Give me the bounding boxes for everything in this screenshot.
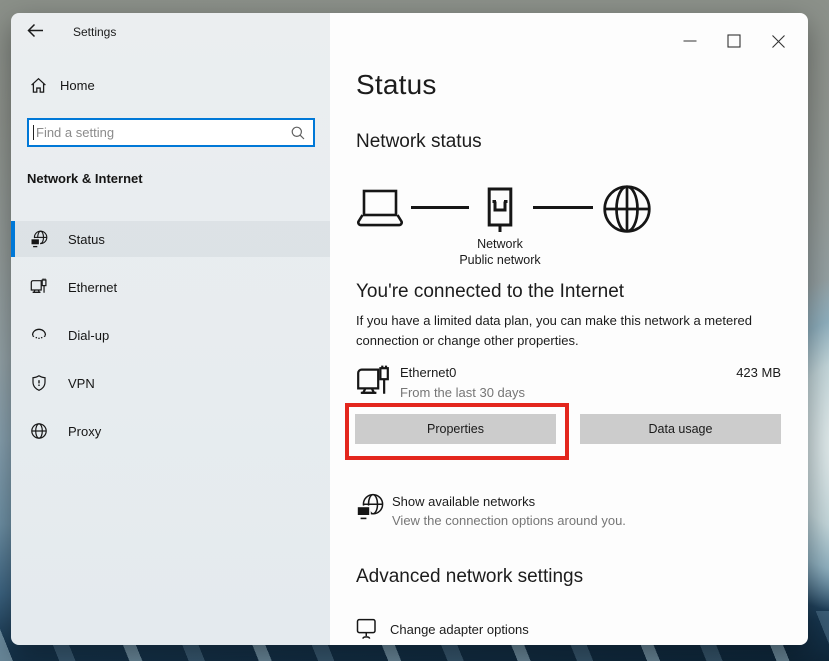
desktop-wallpaper: Settings Home Network & Internet (0, 0, 829, 661)
minimize-button[interactable] (668, 26, 712, 56)
proxy-icon (30, 422, 48, 440)
connected-heading: You're connected to the Internet (356, 281, 624, 303)
sidebar: Settings Home Network & Internet (11, 13, 330, 645)
connection-period: From the last 30 days (400, 385, 525, 400)
sidebar-item-dialup-label: Dial-up (68, 328, 109, 343)
sidebar-item-ethernet-label: Ethernet (68, 280, 117, 295)
sidebar-item-proxy[interactable]: Proxy (11, 413, 330, 449)
show-available-networks-item[interactable]: Show available networks View the connect… (356, 492, 686, 542)
sidebar-section-title: Network & Internet (27, 171, 143, 186)
ethernet-icon (30, 278, 48, 296)
sidebar-item-status-label: Status (68, 232, 105, 247)
back-arrow-icon (27, 23, 44, 38)
minimize-icon (683, 34, 697, 48)
search-box (27, 118, 315, 147)
dialup-icon (30, 326, 48, 344)
connection-line (533, 206, 593, 209)
close-button[interactable] (756, 26, 800, 56)
connection-name: Ethernet0 (400, 365, 456, 380)
change-adapter-options-item[interactable]: Change adapter options (356, 618, 529, 641)
show-networks-title: Show available networks (392, 494, 535, 509)
network-diagram: Network Public network (356, 184, 656, 284)
available-networks-icon (356, 493, 384, 527)
data-usage-button[interactable]: Data usage (580, 414, 781, 444)
ethernet-adapter-icon (356, 365, 392, 407)
properties-button[interactable]: Properties (355, 414, 556, 444)
sidebar-item-home[interactable]: Home (30, 77, 95, 94)
data-usage-value: 423 MB (736, 365, 781, 380)
internet-globe-icon (602, 184, 652, 239)
search-icon[interactable] (291, 126, 305, 140)
sidebar-item-vpn[interactable]: VPN (11, 365, 330, 401)
sidebar-item-status[interactable]: Status (11, 221, 330, 257)
network-node-label: Network (420, 237, 580, 253)
settings-window: Settings Home Network & Internet (11, 13, 808, 645)
change-adapter-label: Change adapter options (390, 622, 529, 637)
laptop-icon (356, 188, 404, 234)
back-button[interactable] (24, 19, 46, 41)
network-node-sublabel: Public network (420, 253, 580, 269)
search-input[interactable] (34, 125, 291, 140)
connection-line (411, 206, 469, 209)
close-icon (771, 34, 786, 49)
window-controls (668, 26, 800, 56)
advanced-settings-heading: Advanced network settings (356, 566, 583, 588)
maximize-icon (727, 34, 741, 48)
main-pane: Status Network status Network Public net… (330, 13, 808, 645)
home-icon (30, 77, 47, 94)
network-node-icon (487, 187, 513, 238)
sidebar-item-dialup[interactable]: Dial-up (11, 317, 330, 353)
status-icon (30, 230, 48, 248)
window-title: Settings (73, 25, 116, 39)
adapter-icon (356, 618, 377, 641)
sidebar-item-home-label: Home (60, 78, 95, 93)
sidebar-item-ethernet[interactable]: Ethernet (11, 269, 330, 305)
maximize-button[interactable] (712, 26, 756, 56)
network-node-labels: Network Public network (420, 237, 580, 268)
page-title: Status (356, 69, 437, 101)
vpn-icon (30, 374, 48, 392)
sidebar-item-proxy-label: Proxy (68, 424, 101, 439)
selection-indicator (11, 221, 15, 257)
show-networks-subtitle: View the connection options around you. (392, 513, 626, 528)
connected-description: If you have a limited data plan, you can… (356, 311, 794, 350)
sidebar-item-vpn-label: VPN (68, 376, 95, 391)
network-status-heading: Network status (356, 131, 482, 153)
